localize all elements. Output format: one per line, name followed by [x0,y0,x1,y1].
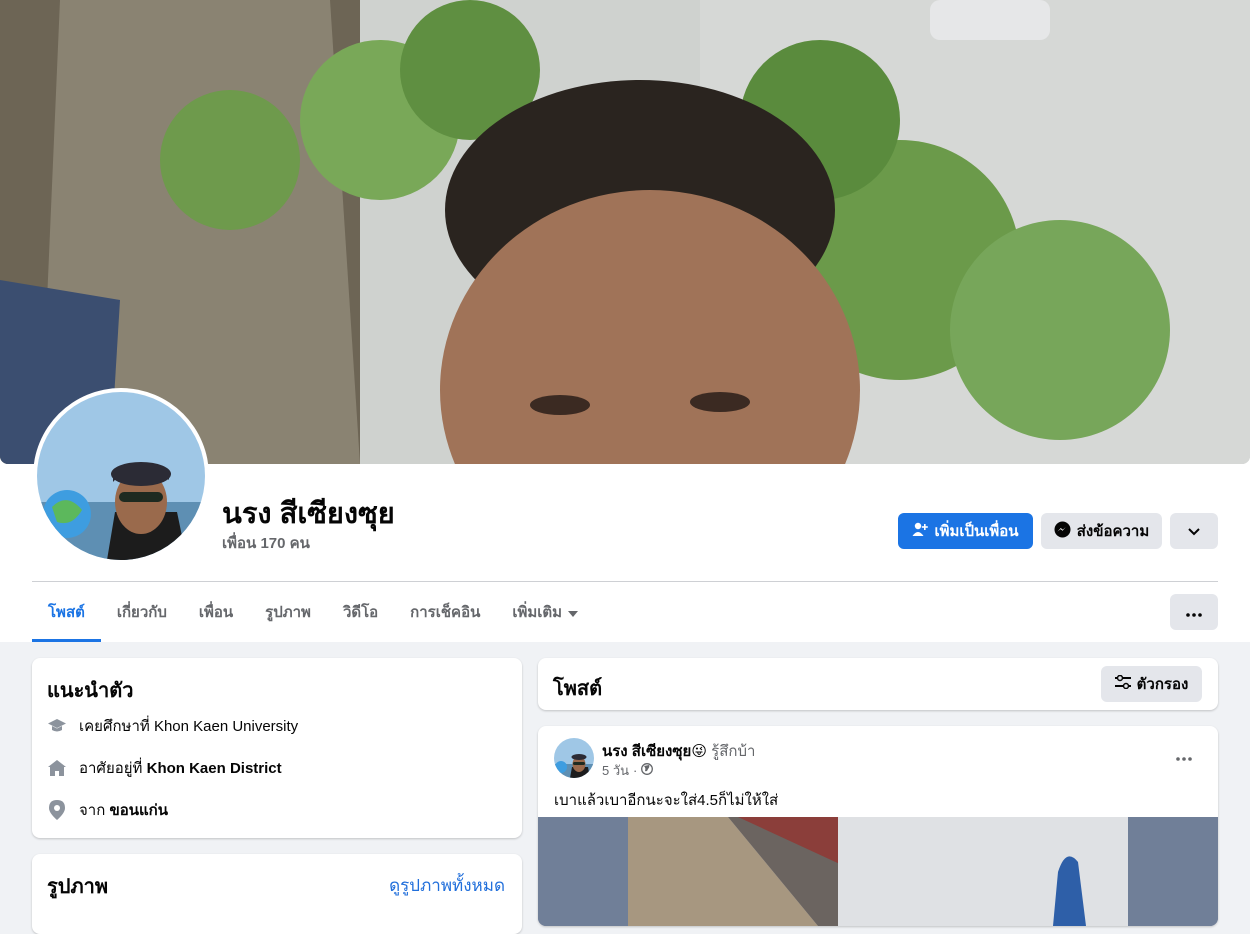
post-card: นรง สีเซียงซุย😜 รู้สึกบ้า 5 วัน · เบาแล้… [538,726,1218,926]
lives-value[interactable]: Khon Kaen District [147,760,282,777]
tab-posts[interactable]: โพสต์ [32,582,101,642]
message-label: ส่งข้อความ [1076,523,1150,540]
lives-text: อาศัยอยู่ที่ Khon Kaen District [79,756,282,780]
tab-label: รูปภาพ [265,604,311,621]
more-horizontal-icon [1176,748,1192,765]
post-author-name[interactable]: นรง สีเซียงซุย [602,743,691,760]
meta-separator: · [633,763,638,778]
tab-more[interactable]: เพิ่มเติม [496,582,594,642]
tab-label: การเช็คอิน [410,604,481,621]
filter-button[interactable]: ตัวกรอง [1101,666,1202,702]
add-friend-label: เพิ่มเป็นเพื่อน [934,523,1019,540]
tab-label: เกี่ยวกับ [116,604,167,621]
tab-label: เพิ่มเติม [512,604,563,621]
profile-name: นรง สีเซียงซุย [222,498,395,530]
add-friend-button[interactable]: เพิ่มเป็นเพื่อน [898,513,1033,549]
more-profile-actions-button[interactable] [1170,513,1218,549]
profile-tabs: โพสต์ เกี่ยวกับ เพื่อน รูปภาพ วิดีโอ การ… [32,582,594,642]
education-text: เคยศึกษาที่ Khon Kaen University [79,714,298,738]
intro-lives-in: อาศัยอยู่ที่ Khon Kaen District [47,756,282,780]
photos-card: รูปภาพ ดูรูปภาพทั้งหมด [32,854,522,934]
education-prefix: เคยศึกษาที่ [79,718,150,735]
post-timestamp[interactable]: 5 วัน [602,760,629,781]
tab-videos[interactable]: วิดีโอ [327,582,394,642]
tab-about[interactable]: เกี่ยวกับ [101,582,183,642]
cover-photo[interactable] [0,0,1250,464]
tabs-more-options-button[interactable] [1170,594,1218,630]
tab-label: วิดีโอ [342,604,379,621]
from-text: จาก ขอนแก่น [79,798,168,822]
from-prefix: จาก [79,802,106,819]
add-user-icon [912,521,929,541]
intro-card: แนะนำตัว เคยศึกษาที่ Khon Kaen Universit… [32,658,522,838]
see-all-photos-link[interactable]: ดูรูปภาพทั้งหมด [389,872,505,899]
globe-icon [641,763,654,778]
education-value[interactable]: Khon Kaen University [154,718,298,735]
post-feeling-emoji: 😜 [691,743,707,760]
intro-education: เคยศึกษาที่ Khon Kaen University [47,714,298,738]
posts-header-card: โพสต์ ตัวกรอง [538,658,1218,710]
filter-label: ตัวกรอง [1136,676,1189,693]
intro-title: แนะนำตัว [47,680,134,702]
home-icon [47,758,67,778]
friends-count[interactable]: เพื่อน 170 คน [222,531,310,555]
chevron-down-icon [1188,523,1200,540]
posts-title: โพสต์ [553,678,603,700]
post-meta: 5 วัน · [602,760,654,781]
caret-down-icon [568,604,579,621]
messenger-icon [1054,521,1071,542]
profile-header: นรง สีเซียงซุย เพื่อน 170 คน เพิ่มเป็นเพ… [0,0,1250,642]
tab-friends[interactable]: เพื่อน [183,582,249,642]
post-photo[interactable] [538,817,1218,926]
message-button[interactable]: ส่งข้อความ [1041,513,1162,549]
post-options-button[interactable] [1166,738,1202,774]
graduation-cap-icon [47,716,67,736]
tab-label: โพสต์ [48,604,85,621]
post-author-avatar[interactable] [554,738,594,778]
tab-label: เพื่อน [198,604,234,621]
post-feeling: รู้สึกบ้า [711,743,756,760]
intro-from: จาก ขอนแก่น [47,798,168,822]
filter-icon [1114,674,1131,693]
from-value[interactable]: ขอนแก่น [109,802,168,819]
post-text: เบาแล้วเบาอีกนะจะใส่4.5ก็ไม่ให้ใส่ [554,792,779,809]
profile-avatar[interactable] [33,388,209,564]
lives-prefix: อาศัยอยู่ที่ [79,760,143,777]
more-horizontal-icon [1186,604,1202,621]
photos-title: รูปภาพ [47,876,109,898]
location-pin-icon [47,800,67,820]
tab-photos[interactable]: รูปภาพ [249,582,327,642]
tab-checkins[interactable]: การเช็คอิน [394,582,496,642]
